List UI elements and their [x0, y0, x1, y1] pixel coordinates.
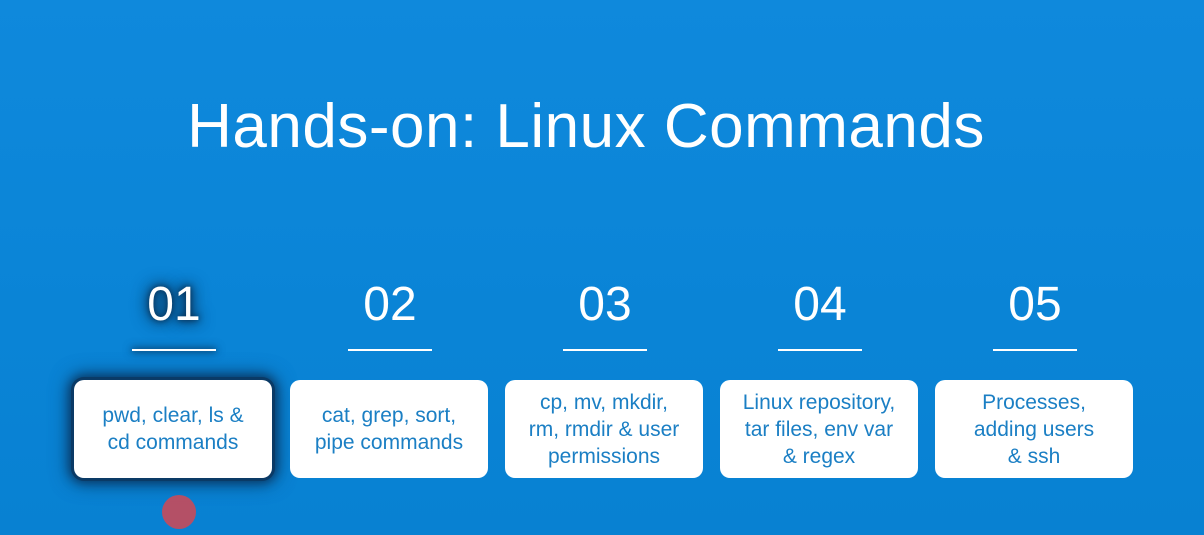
step-underline: [132, 349, 216, 351]
steps-row: 01 pwd, clear, ls & cd commands 02 cat, …: [0, 0, 1204, 535]
step-card[interactable]: cat, grep, sort, pipe commands: [290, 380, 488, 478]
step-underline: [563, 349, 647, 351]
step-underline: [778, 349, 862, 351]
step-card-text: Processes, adding users & ssh: [973, 390, 1095, 468]
step-number: 05: [1008, 278, 1062, 331]
step-underline: [993, 349, 1077, 351]
presentation-slide: Hands-on: Linux Commands 01 pwd, clear, …: [0, 0, 1204, 535]
step-number: 01: [147, 278, 201, 331]
step-card-text: cat, grep, sort, pipe commands: [314, 404, 464, 454]
step-number: 02: [363, 278, 417, 331]
step-underline: [348, 349, 432, 351]
step-card-text: pwd, clear, ls & cd commands: [102, 404, 244, 454]
step-card[interactable]: pwd, clear, ls & cd commands: [74, 380, 272, 478]
step-card-text: cp, mv, mkdir, rm, rmdir & user permissi…: [528, 390, 680, 468]
step-number: 03: [578, 278, 632, 331]
step-number: 04: [793, 278, 847, 331]
step-card[interactable]: Linux repository, tar files, env var & r…: [720, 380, 918, 478]
step-card-text: Linux repository, tar files, env var & r…: [742, 390, 896, 468]
step-card[interactable]: cp, mv, mkdir, rm, rmdir & user permissi…: [505, 380, 703, 478]
pointer-highlight-icon: [162, 495, 196, 529]
step-card[interactable]: Processes, adding users & ssh: [935, 380, 1133, 478]
